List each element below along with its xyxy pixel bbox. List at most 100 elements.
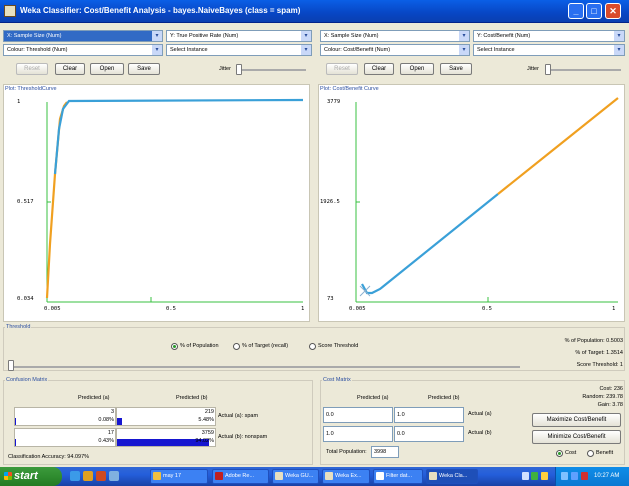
left-reset-button[interactable]: Reset [16,63,48,75]
maximize-button[interactable]: □ [586,3,602,19]
minimize-button[interactable]: _ [568,3,584,19]
title-bar[interactable]: Weka Classifier: Cost/Benefit Analysis -… [0,0,629,23]
right-open-button[interactable]: Open [400,63,434,75]
right-x-tick-end: 1 [612,306,616,312]
right-jitter-thumb[interactable] [545,64,551,75]
cost-benefit-curve-series [361,97,619,295]
radio-cost-label: Cost [565,450,577,456]
window-title: Weka Classifier: Cost/Benefit Analysis -… [20,6,301,15]
radio-benefit[interactable] [587,450,594,457]
document-icon [376,472,384,480]
left-clear-button[interactable]: Clear [55,63,85,75]
task-label: Weka Cla... [439,473,468,479]
total-population-input[interactable]: 3998 [371,446,399,458]
threshold-curve-plateau-segment [53,98,304,175]
confusion-ab-percent: 5.48% [198,417,214,423]
right-instance-select[interactable]: Select Instance ▾ [473,44,625,56]
ie-icon[interactable] [70,471,80,481]
left-save-button[interactable]: Save [128,63,160,75]
taskbar: start may 17 Adobe Re... Weka GU... Weka… [0,467,629,486]
tray-app-icon[interactable] [571,472,578,480]
cost-cell-ba-input[interactable]: 1.0 [323,426,393,442]
confusion-ab-count: 219 [204,409,214,415]
tray-volume-icon[interactable] [541,472,548,480]
left-jitter-thumb[interactable] [236,64,242,75]
right-x-axis-select[interactable]: X: Sample Size (Num) ▾ [320,30,470,42]
classification-accuracy: Classification Accuracy: 94.097% [8,454,90,460]
start-button[interactable]: start [0,467,62,486]
confusion-predicted-a-header: Predicted (a) [78,395,110,401]
left-open-button[interactable]: Open [90,63,124,75]
left-y-axis-select[interactable]: Y: True Positive Rate (Num) ▾ [166,30,312,42]
chevron-down-icon: ▾ [614,45,624,55]
close-button[interactable]: ✕ [605,3,621,19]
confusion-row-b-label: Actual (b): nonspam [218,434,268,440]
right-instance-label: Select Instance [477,47,515,53]
start-label: start [14,470,38,482]
weka-app-icon [4,5,16,17]
left-colour-label: Colour: Threshold (Num) [7,47,68,53]
confusion-bb-percent: 94.02% [195,438,214,444]
cost-cell-aa-input[interactable]: 0.0 [323,407,393,423]
folder-icon[interactable] [83,471,93,481]
right-y-axis-select[interactable]: Y: Cost/Benefit (Num) ▾ [473,30,625,42]
cost-cell-bb-input[interactable]: 0.0 [394,426,464,442]
confusion-aa-bar [15,418,16,425]
radio-percent-target-label: % of Target (recall) [242,343,289,349]
adobe-icon [215,472,223,480]
right-clear-button[interactable]: Clear [364,63,394,75]
radio-percent-population[interactable] [171,343,178,350]
confusion-ab-bar [117,418,122,425]
tray-app-icon[interactable] [561,472,568,480]
left-y-tick-bottom: 0.034 [17,296,34,302]
left-instance-select[interactable]: Select Instance ▾ [166,44,312,56]
left-x-axis-select[interactable]: X: Sample Size (Num) ▾ [3,30,163,42]
cost-matrix-title: Cost Matrix [322,377,352,383]
chevron-down-icon: ▾ [614,31,624,41]
task-may-17[interactable]: may 17 [150,469,208,484]
right-jitter-track[interactable] [545,69,621,71]
task-adobe-reader[interactable]: Adobe Re... [212,469,269,484]
cost-row-a-label: Actual (a) [468,411,492,417]
target-percent-readout: % of Target: 1.3514 [575,350,623,356]
right-reset-button[interactable]: Reset [326,63,358,75]
threshold-curve-series [45,98,304,299]
radio-percent-target[interactable] [233,343,240,350]
taskbar-clock: 10:27 AM [594,473,620,479]
right-x-tick-start: 0.005 [349,306,366,312]
maximize-cost-benefit-button[interactable]: Maximize Cost/Benefit [532,413,621,427]
desktop-icon[interactable] [109,471,119,481]
task-filter-data[interactable]: Filter dat... [373,469,423,484]
threshold-slider-track[interactable] [8,366,520,368]
radio-score-threshold[interactable] [309,343,316,350]
minimize-cost-benefit-button[interactable]: Minimize Cost/Benefit [532,430,621,444]
confusion-ba-bar [15,439,16,446]
tray-network-icon[interactable] [522,472,529,480]
task-weka-gui[interactable]: Weka GU... [272,469,319,484]
media-icon[interactable] [96,471,106,481]
task-weka-explorer[interactable]: Weka Ex... [322,469,370,484]
left-colour-select[interactable]: Colour: Threshold (Num) ▾ [3,44,163,56]
cost-predicted-a-header: Predicted (a) [357,395,389,401]
cost-cell-ab-input[interactable]: 1.0 [394,407,464,423]
confusion-bb-count: 3759 [201,430,214,436]
population-percent-readout: % of Population: 0.5003 [564,338,623,344]
tray-security-icon[interactable] [531,472,538,480]
right-colour-label: Colour: Cost/Benefit (Num) [324,47,391,53]
right-x-tick-mid: 0.5 [482,306,492,312]
confusion-row-a-label: Actual (a): spam [218,413,259,419]
right-y-tick-mid: 1926.5 [320,199,340,205]
threshold-slider-thumb[interactable] [8,360,14,371]
left-x-tick-start: 0.005 [44,306,61,312]
tray-app-icon[interactable] [581,472,588,480]
total-population-label: Total Population: [326,449,367,455]
threshold-curve-rising-segment [45,101,68,299]
left-x-tick-mid: 0.5 [166,306,176,312]
left-jitter-track[interactable] [236,69,306,71]
right-y-tick-top: 3779 [327,99,341,105]
right-colour-select[interactable]: Colour: Cost/Benefit (Num) ▾ [320,44,470,56]
right-save-button[interactable]: Save [440,63,472,75]
radio-cost[interactable] [556,450,563,457]
threshold-curve-plot [45,98,304,303]
task-weka-classifier[interactable]: Weka Cla... [426,469,478,484]
